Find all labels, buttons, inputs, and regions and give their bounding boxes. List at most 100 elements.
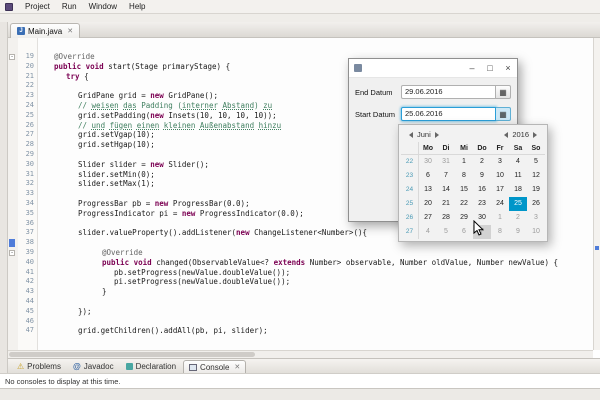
calendar-day-cell[interactable]: 27 [419, 211, 437, 225]
menu-item-window[interactable]: Window [89, 2, 117, 11]
calendar-day-cell[interactable]: 11 [509, 169, 527, 183]
calendar-day-cell[interactable]: 12 [527, 169, 545, 183]
code-line[interactable]: - 39 @Override [8, 248, 593, 258]
tab-close-icon[interactable]: ✕ [67, 27, 73, 35]
calendar-day-cell[interactable]: 25 [509, 197, 527, 211]
code-text[interactable] [38, 297, 593, 307]
code-line[interactable]: 45}); [8, 307, 593, 317]
calendar-day-cell[interactable]: 30 [419, 155, 437, 169]
calendar-day-cell[interactable]: 29 [455, 211, 473, 225]
overview-ruler[interactable] [593, 38, 600, 350]
calendar-day-cell[interactable]: 13 [419, 183, 437, 197]
console-tab-close-icon[interactable]: ✕ [234, 363, 240, 371]
calendar-day-cell[interactable]: 17 [491, 183, 509, 197]
mouse-cursor [473, 220, 484, 236]
calendar-day-cell[interactable]: 16 [473, 183, 491, 197]
prev-month-icon[interactable] [409, 131, 413, 138]
tab-console[interactable]: Console ✕ [183, 360, 247, 373]
fold-margin [8, 179, 18, 189]
calendar-day-cell[interactable]: 9 [473, 169, 491, 183]
calendar-day-cell[interactable]: 2 [473, 155, 491, 169]
calendar-day-cell[interactable]: 14 [437, 183, 455, 197]
code-text[interactable]: grid.getChildren().addAll(pb, pi, slider… [38, 326, 593, 336]
calendar-day-cell[interactable]: 1 [491, 211, 509, 225]
code-text[interactable]: public void changed(ObservableValue<? ex… [38, 258, 593, 268]
calendar-day-cell[interactable]: 20 [419, 197, 437, 211]
fold-margin [8, 277, 18, 287]
tab-problems[interactable]: ⚠ Problems [12, 360, 66, 373]
code-line[interactable]: 40 public void changed(ObservableValue<? … [8, 258, 593, 268]
tab-declaration[interactable]: Declaration [121, 360, 181, 373]
calendar-day-cell[interactable]: 8 [455, 169, 473, 183]
calendar-day-cell[interactable]: 1 [455, 155, 473, 169]
calendar-day-cell[interactable]: 23 [473, 197, 491, 211]
calendar-day-cell[interactable]: 7 [437, 169, 455, 183]
minimize-button[interactable]: – [463, 59, 481, 77]
day-header: Do [477, 145, 487, 152]
calendar-day-cell[interactable]: 18 [509, 183, 527, 197]
code-line[interactable]: 47 grid.getChildren().addAll(pb, pi, slid… [8, 326, 593, 336]
line-number: 25 [25, 110, 34, 119]
menu-item-help[interactable]: Help [129, 2, 145, 11]
code-text[interactable] [38, 317, 593, 327]
scrollbar-thumb[interactable] [9, 352, 255, 357]
calendar-day-cell[interactable]: 31 [437, 155, 455, 169]
editor-tab-mainjava[interactable]: J Main.java ✕ [10, 23, 81, 38]
calendar-day-cell[interactable]: 5 [437, 225, 455, 239]
code-text[interactable]: } [38, 287, 593, 297]
tab-javadoc[interactable]: @ Javadoc [68, 360, 119, 373]
fold-toggle-icon[interactable]: - [9, 249, 15, 256]
calendar-day-cell[interactable]: 24 [491, 197, 509, 211]
line-number: 30 [25, 159, 34, 168]
code-line[interactable]: 42 pi.setProgress(newValue.doubleValue())… [8, 277, 593, 287]
calendar-day-cell[interactable]: 22 [455, 197, 473, 211]
code-line[interactable]: 46 [8, 317, 593, 327]
end-date-input[interactable]: 29.06.2016 [401, 85, 496, 99]
calendar-day-cell[interactable]: 28 [437, 211, 455, 225]
code-text[interactable]: pb.setProgress(newValue.doubleValue()); [38, 268, 593, 278]
calendar-day-cell[interactable]: 3 [491, 155, 509, 169]
dialog-titlebar[interactable]: – □ × [349, 59, 517, 78]
end-date-picker-button[interactable]: ▦ [496, 85, 511, 99]
calendar-day-cell[interactable]: 19 [527, 183, 545, 197]
calendar-day-cell[interactable]: 8 [491, 225, 509, 239]
calendar-day-cell[interactable]: 4 [509, 155, 527, 169]
code-line[interactable]: 41 pb.setProgress(newValue.doubleValue())… [8, 268, 593, 278]
calendar-day-cell[interactable]: 10 [527, 225, 545, 239]
editor-horizontal-scrollbar[interactable] [8, 350, 593, 358]
next-year-icon[interactable] [533, 131, 537, 138]
fold-toggle-icon[interactable]: - [9, 54, 15, 60]
calendar-day-cell[interactable]: 4 [419, 225, 437, 239]
fold-margin [8, 228, 18, 238]
code-line[interactable]: 44 [8, 297, 593, 307]
calendar-day-cell[interactable]: 2 [509, 211, 527, 225]
code-text[interactable]: pi.setProgress(newValue.doubleValue()); [38, 277, 593, 287]
menu-item-project[interactable]: Project [25, 2, 50, 11]
start-date-input[interactable]: 25.06.2016 [401, 107, 496, 121]
calendar-day-cell[interactable]: 21 [437, 197, 455, 211]
prev-year-icon[interactable] [504, 131, 509, 138]
fold-margin [8, 297, 18, 307]
calendar-day-cell[interactable]: 9 [509, 225, 527, 239]
calendar-day-cell[interactable]: 6 [455, 225, 473, 239]
calendar-day-cell[interactable]: 15 [455, 183, 473, 197]
start-date-label: Start Datum [355, 109, 396, 119]
next-month-icon[interactable] [434, 131, 439, 138]
fold-margin [8, 160, 18, 170]
code-line[interactable]: 43} [8, 287, 593, 297]
code-text[interactable]: }); [38, 307, 593, 317]
menu-item-run[interactable]: Run [62, 2, 77, 11]
calendar-grid-icon: ▦ [499, 109, 507, 119]
calendar-day-cell[interactable]: 6 [419, 169, 437, 183]
calendar-day-cell[interactable]: 5 [527, 155, 545, 169]
calendar-day-cell[interactable]: 3 [527, 211, 545, 225]
fold-margin [8, 111, 18, 121]
close-button[interactable]: × [499, 59, 517, 77]
calendar-day-cell[interactable]: 26 [527, 197, 545, 211]
line-number: 41 [25, 267, 34, 276]
calendar-day-cell[interactable]: 10 [491, 169, 509, 183]
day-header: Fr [496, 145, 504, 152]
code-text[interactable]: @Override [38, 248, 593, 258]
start-date-picker-button[interactable]: ▦ [496, 107, 511, 121]
maximize-button[interactable]: □ [481, 59, 499, 77]
